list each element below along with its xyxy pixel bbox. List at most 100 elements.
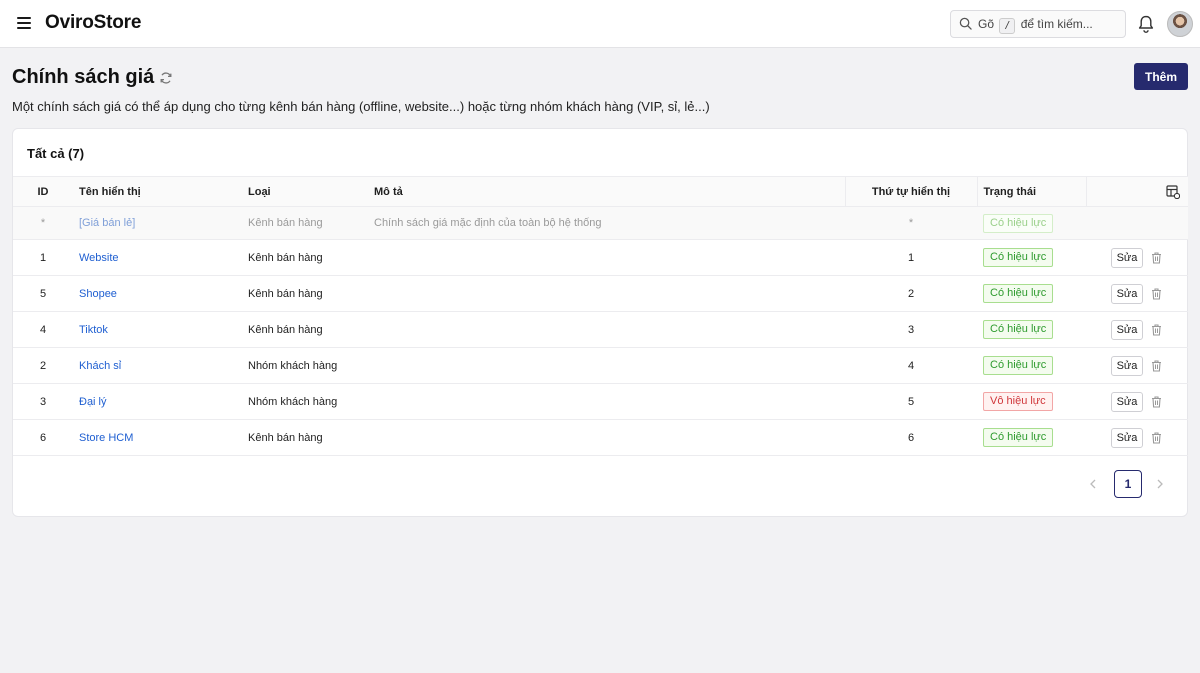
cell-desc	[368, 311, 845, 348]
cell-status: Có hiệu lực	[977, 206, 1086, 240]
status-badge: Vô hiệu lực	[983, 392, 1053, 411]
cell-status: Vô hiệu lực	[977, 383, 1086, 420]
cell-actions: Sửa	[1086, 275, 1188, 312]
table-row: 4 Tiktok Kênh bán hàng 3 Có hiệu lực Sửa	[13, 311, 1188, 348]
cell-actions: Sửa	[1086, 383, 1188, 420]
search-shortcut-key: /	[999, 18, 1016, 34]
tab-all[interactable]: Tất cả (7)	[27, 146, 84, 161]
price-policy-card: Tất cả (7) ID Tên hiển thị Loại Mô tả Th…	[12, 128, 1188, 517]
trash-icon[interactable]	[1151, 359, 1162, 372]
page-description: Một chính sách giá có thể áp dụng cho từ…	[12, 99, 710, 114]
brand-logo[interactable]: OviroStore	[45, 12, 141, 34]
edit-button[interactable]: Sửa	[1111, 247, 1143, 268]
col-header-status[interactable]: Trạng thái	[977, 176, 1087, 207]
cell-id: 1	[13, 239, 73, 276]
col-header-order[interactable]: Thứ tự hiển thị	[845, 176, 978, 207]
cell-desc	[368, 419, 845, 456]
edit-button[interactable]: Sửa	[1111, 319, 1143, 340]
cell-order: 3	[845, 311, 977, 348]
cell-type: Kênh bán hàng	[242, 239, 368, 276]
cell-name[interactable]: Khách sỉ	[73, 347, 242, 384]
cell-actions: Sửa	[1086, 347, 1188, 384]
trash-icon[interactable]	[1151, 251, 1162, 264]
cell-desc	[368, 347, 845, 384]
table-row: 6 Store HCM Kênh bán hàng 6 Có hiệu lực Sửa	[13, 419, 1188, 456]
cell-type: Kênh bán hàng	[242, 275, 368, 312]
menu-icon[interactable]	[16, 14, 34, 34]
chevron-right-icon	[1157, 479, 1163, 489]
status-badge: Có hiệu lực	[983, 248, 1054, 267]
cell-actions: Sửa	[1086, 311, 1188, 348]
trash-icon[interactable]	[1151, 395, 1162, 408]
status-badge: Có hiệu lực	[983, 213, 1054, 233]
status-badge: Có hiệu lực	[983, 356, 1054, 375]
cell-order: *	[845, 206, 977, 240]
cell-name[interactable]: Store HCM	[73, 419, 242, 456]
add-button[interactable]: Thêm	[1134, 63, 1188, 90]
col-header-actions	[1086, 176, 1188, 207]
cell-desc	[368, 383, 845, 420]
cell-type: Kênh bán hàng	[242, 311, 368, 348]
cell-id: *	[13, 206, 73, 240]
cell-status: Có hiệu lực	[977, 275, 1086, 312]
cell-id: 5	[13, 275, 73, 312]
table-row: 2 Khách sỉ Nhóm khách hàng 4 Có hiệu lực Sửa	[13, 347, 1188, 384]
chevron-left-icon	[1090, 479, 1096, 489]
cell-actions: Sửa	[1086, 239, 1188, 276]
cell-status: Có hiệu lực	[977, 347, 1086, 384]
cell-status: Có hiệu lực	[977, 311, 1086, 348]
cell-type: Nhóm khách hàng	[242, 383, 368, 420]
cell-type: Kênh bán hàng	[242, 206, 368, 240]
pagination-page-current[interactable]: 1	[1114, 470, 1142, 498]
cell-order: 5	[845, 383, 977, 420]
cell-id: 3	[13, 383, 73, 420]
pagination-prev[interactable]	[1084, 470, 1104, 498]
status-badge: Có hiệu lực	[983, 320, 1054, 339]
cell-status: Có hiệu lực	[977, 239, 1086, 276]
cell-name[interactable]: [Giá bán lẻ]	[73, 206, 242, 240]
col-header-name[interactable]: Tên hiển thị	[73, 176, 242, 207]
col-header-desc[interactable]: Mô tả	[368, 176, 846, 207]
bell-icon[interactable]	[1137, 14, 1155, 34]
search-input[interactable]: Gõ / để tìm kiếm...	[950, 10, 1126, 38]
cell-name[interactable]: Đại lý	[73, 383, 242, 420]
cell-status: Có hiệu lực	[977, 419, 1086, 456]
trash-icon[interactable]	[1151, 431, 1162, 444]
edit-button[interactable]: Sửa	[1111, 391, 1143, 412]
col-header-type[interactable]: Loại	[242, 176, 368, 207]
table-header-row: ID Tên hiển thị Loại Mô tả Thứ tự hiển t…	[13, 176, 1188, 207]
cell-type: Nhóm khách hàng	[242, 347, 368, 384]
cell-order: 1	[845, 239, 977, 276]
column-settings-icon[interactable]	[1166, 184, 1180, 199]
user-avatar[interactable]	[1167, 11, 1193, 37]
cell-id: 6	[13, 419, 73, 456]
cell-order: 6	[845, 419, 977, 456]
edit-button[interactable]: Sửa	[1111, 355, 1143, 376]
cell-order: 4	[845, 347, 977, 384]
trash-icon[interactable]	[1151, 287, 1162, 300]
cell-name[interactable]: Website	[73, 239, 242, 276]
cell-order: 2	[845, 275, 977, 312]
edit-button[interactable]: Sửa	[1111, 427, 1143, 448]
search-icon	[959, 17, 972, 30]
cell-actions: Sửa	[1086, 419, 1188, 456]
table-row-default: * [Giá bán lẻ] Kênh bán hàng Chính sách …	[13, 206, 1188, 240]
table-row: 1 Website Kênh bán hàng 1 Có hiệu lực Sửa	[13, 239, 1188, 276]
search-suffix: để tìm kiếm...	[1020, 17, 1093, 31]
refresh-icon[interactable]	[159, 71, 173, 85]
table-row: 3 Đại lý Nhóm khách hàng 5 Vô hiệu lực Sửa	[13, 383, 1188, 420]
cell-id: 4	[13, 311, 73, 348]
edit-button[interactable]: Sửa	[1111, 283, 1143, 304]
cell-desc	[368, 275, 845, 312]
col-header-id[interactable]: ID	[13, 176, 73, 207]
cell-name[interactable]: Tiktok	[73, 311, 242, 348]
table-row: 5 Shopee Kênh bán hàng 2 Có hiệu lực Sửa	[13, 275, 1188, 312]
cell-desc	[368, 239, 845, 276]
trash-icon[interactable]	[1151, 323, 1162, 336]
pagination-next[interactable]	[1151, 470, 1171, 498]
search-placeholder: Gõ / để tìm kiếm...	[978, 17, 1093, 34]
cell-actions	[1086, 206, 1188, 240]
cell-type: Kênh bán hàng	[242, 419, 368, 456]
cell-name[interactable]: Shopee	[73, 275, 242, 312]
top-bar: OviroStore Gõ / để tìm kiếm...	[0, 0, 1200, 48]
